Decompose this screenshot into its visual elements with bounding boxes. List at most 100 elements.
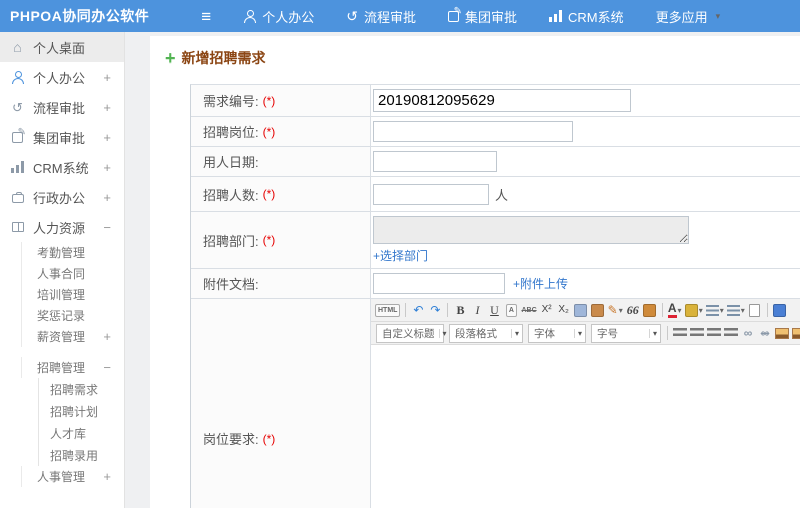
font-family-select-value: 字体 [534, 327, 555, 340]
process-icon: ↺ [346, 8, 358, 24]
nav-item-personal-office[interactable]: 个人办公 [243, 7, 314, 26]
sidebar-item[interactable]: ↺ 流程审批 + [0, 92, 124, 122]
caret-down-icon: ▾ [740, 305, 745, 315]
collapse-minus-icon[interactable]: − [103, 220, 111, 235]
nav-item-crm[interactable]: CRM系统 [549, 7, 624, 26]
sidebar-item[interactable]: 培训管理 [0, 284, 124, 305]
remove-format-button[interactable] [573, 301, 589, 320]
redo-button[interactable]: ↷ [427, 301, 443, 320]
sidebar-item[interactable]: 集团审批 + [0, 122, 124, 152]
new-page-button[interactable] [747, 301, 763, 320]
sidebar-item[interactable]: 招聘计划 [0, 400, 124, 422]
hire-date-input[interactable] [373, 151, 497, 172]
ordered-list-button[interactable]: ▾ [705, 301, 725, 320]
image-button[interactable] [774, 324, 790, 343]
clear-format-button[interactable] [590, 301, 606, 320]
nav-item-group-approval[interactable]: 集团审批 [447, 6, 517, 26]
expand-plus-icon[interactable]: + [103, 130, 111, 145]
font-family-select[interactable]: 字体 ▾ [528, 323, 586, 343]
sidebar-item[interactable]: 考勤管理 [0, 242, 124, 263]
highlight-color-button[interactable]: ▾ [684, 301, 704, 320]
expand-plus-icon[interactable]: + [103, 329, 111, 344]
form-panel: + 新增招聘需求 需求编号: (*) 招聘岗位: [150, 36, 800, 508]
sidebar-item[interactable]: 奖惩记录 [0, 305, 124, 326]
collapse-minus-icon[interactable]: − [103, 360, 111, 375]
expand-plus-icon[interactable]: + [103, 190, 111, 205]
recruitment-form: 需求编号: (*) 招聘岗位: (*) [190, 84, 800, 508]
sidebar-item[interactable]: 招聘需求 [0, 378, 124, 400]
justify-left-button[interactable] [672, 324, 688, 343]
sidebar-item-label: 培训管理 [37, 288, 86, 302]
font-color-icon: A [667, 302, 677, 318]
subscript-button[interactable]: X₂ [556, 301, 572, 320]
expand-plus-icon[interactable]: + [103, 469, 111, 484]
sidebar-item[interactable]: 人事合同 [0, 263, 124, 284]
superscript-button[interactable]: X² [539, 301, 555, 320]
attachment-input[interactable] [373, 273, 505, 294]
position-input[interactable] [373, 121, 573, 142]
sidebar-item[interactable]: 招聘管理 − [0, 357, 124, 378]
sidebar-item[interactable]: 人力资源 − [0, 212, 124, 242]
menu-toggle-icon[interactable]: ≡ [201, 8, 211, 25]
emoticons-button[interactable] [772, 301, 788, 320]
multi-image-button[interactable] [791, 324, 800, 343]
sidebar-item[interactable]: 人事管理 + [0, 466, 124, 487]
select-department-link[interactable]: +选择部门 [373, 247, 428, 264]
nav-item-label: 流程审批 [363, 9, 416, 25]
redo-icon: ↷ [430, 303, 441, 317]
sidebar-item[interactable]: 人才库 [0, 422, 124, 444]
nav-item-process-approval[interactable]: ↺ 流程审批 [346, 7, 416, 26]
justify-right-button[interactable] [706, 324, 722, 343]
content-area: + 新增招聘需求 需求编号: (*) 招聘岗位: [125, 32, 800, 508]
headcount-input[interactable] [373, 183, 489, 205]
department-textarea[interactable] [373, 216, 689, 244]
expand-plus-icon[interactable]: + [103, 70, 111, 85]
underline-button[interactable]: U [486, 301, 502, 320]
quick-format-button[interactable]: ✎ ▾ [607, 301, 624, 320]
expand-plus-icon[interactable]: + [103, 160, 111, 175]
italic-button[interactable]: I [469, 301, 485, 320]
required-marker: (*) [262, 431, 276, 446]
font-size-select[interactable]: 字号 ▾ [591, 323, 661, 343]
upload-attachment-link[interactable]: +附件上传 [513, 275, 568, 292]
nav-item-more-apps[interactable]: 更多应用 ▾ [656, 7, 721, 26]
unordered-list-button[interactable]: ▾ [726, 301, 746, 320]
font-border-icon: A [505, 303, 517, 317]
undo-button[interactable]: ↶ [410, 301, 426, 320]
sidebar-item[interactable]: CRM系统 + [0, 152, 124, 182]
sidebar-item[interactable]: 个人办公 + [0, 62, 124, 92]
sidebar-item[interactable]: 薪资管理 + [0, 326, 124, 347]
sidebar-item-label: 奖惩记录 [37, 309, 86, 323]
strikethrough-button[interactable]: ABC [520, 301, 537, 320]
richtext-editor: HTML ↶ ↷ B I U A ABC X² X₂ ✎ ▾ 66 A ▾ ▾ ▾ ▾ 自定义标题 ▾ 段落格式 ▾ 字体… [371, 299, 800, 508]
font-border-button[interactable]: A [503, 301, 519, 320]
requirement-number-input[interactable] [373, 89, 631, 112]
add-plus-icon: + [165, 48, 176, 68]
editor-content[interactable] [371, 345, 800, 508]
sidebar-item[interactable]: ⌂ 个人桌面 [0, 32, 124, 62]
quick-format-icon: ✎ [607, 303, 618, 317]
bold-button[interactable]: B [452, 301, 468, 320]
required-marker: (*) [262, 233, 276, 247]
heading-select[interactable]: 自定义标题 ▾ [376, 323, 447, 343]
sidebar-item-label: 行政办公 [33, 190, 86, 206]
html-source-button[interactable]: HTML [374, 301, 401, 320]
process-icon: ↺ [12, 99, 23, 115]
html-source-icon: HTML [375, 303, 401, 317]
blockquote-button[interactable]: 66 [625, 301, 641, 320]
justify-full-button[interactable] [723, 324, 739, 343]
sidebar-item[interactable]: 招聘录用 [0, 444, 124, 466]
font-color-button[interactable]: A ▾ [667, 301, 683, 320]
justify-center-button[interactable] [689, 324, 705, 343]
form-row: 用人日期: [191, 147, 800, 177]
sidebar-item-label: 招聘录用 [50, 448, 99, 463]
sidebar-item[interactable]: 行政办公 + [0, 182, 124, 212]
paragraph-select[interactable]: 段落格式 ▾ [449, 323, 523, 343]
unlink-button[interactable]: ∞ [757, 324, 773, 343]
expand-plus-icon[interactable]: + [103, 100, 111, 115]
link-button[interactable]: ∞ [740, 324, 756, 343]
bar-chart-icon [549, 10, 562, 22]
form-row: 招聘岗位: (*) [191, 117, 800, 147]
template-button[interactable] [642, 301, 658, 320]
nav-item-label: CRM系统 [568, 9, 624, 25]
